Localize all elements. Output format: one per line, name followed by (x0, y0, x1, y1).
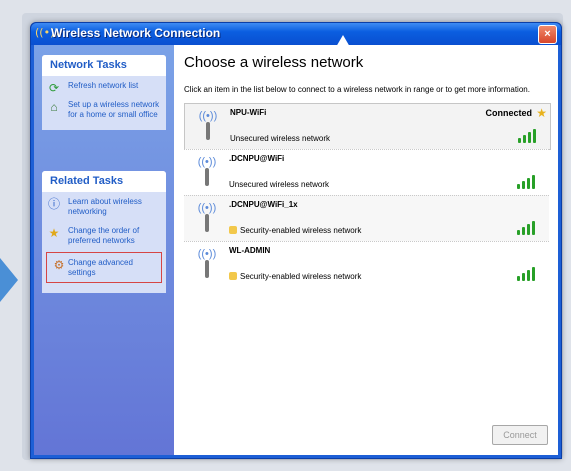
network-security: Unsecured wireless network (230, 134, 331, 143)
star-icon: ★ (48, 226, 60, 240)
antenna-icon: ((•)) (194, 156, 220, 188)
antenna-icon: ((•)) (195, 110, 221, 142)
preferred-star-icon: ★ (536, 106, 547, 120)
task-label: Change the order of preferred networks (68, 226, 140, 245)
connect-button[interactable]: Connect (492, 425, 548, 445)
antenna-icon: ((•)) (194, 248, 220, 280)
antenna-icon: ((•)) (194, 202, 220, 234)
network-item[interactable]: ((•)) .DCNPU@WiFi Unsecured wireless net… (184, 149, 549, 195)
related-tasks-panel: Related Tasks ⓘ Learn about wireless net… (42, 171, 166, 293)
network-ssid: .DCNPU@WiFi_1x (229, 200, 298, 209)
signal-strength-icon (517, 267, 539, 281)
network-ssid: .DCNPU@WiFi (229, 154, 285, 163)
task-label: Set up a wireless network for a home or … (68, 100, 160, 119)
sidebar: Network Tasks ⟳ Refresh network list ⌂ S… (34, 45, 174, 455)
network-ssid: WL-ADMIN (229, 246, 271, 255)
network-item[interactable]: ((•)) .DCNPU@WiFi_1x Security-enabled wi… (184, 195, 549, 241)
network-item[interactable]: ((•)) NPU-WiFi Connected ★ Unsecured wir… (184, 103, 551, 150)
network-item[interactable]: ((•)) WL-ADMIN Security-enabled wireless… (184, 241, 549, 287)
title-bar[interactable]: ((•)) Wireless Network Connection × (31, 23, 561, 45)
page-title: Choose a wireless network (184, 54, 364, 71)
signal-strength-icon (517, 221, 539, 235)
lock-icon (229, 226, 237, 234)
wireless-network-window: ((•)) Wireless Network Connection × Netw… (30, 22, 562, 459)
info-icon: ⓘ (47, 197, 60, 211)
task-label: Change advanced settings (68, 258, 133, 277)
network-security: Security-enabled wireless network (229, 272, 361, 281)
window-title: Wireless Network Connection (51, 26, 221, 40)
signal-strength-icon (517, 175, 539, 189)
change-network-order-link[interactable]: ★ Change the order of preferred networks (42, 221, 166, 250)
related-tasks-title: Related Tasks (42, 171, 166, 192)
network-list: ((•)) NPU-WiFi Connected ★ Unsecured wir… (184, 103, 551, 293)
network-security: Unsecured wireless network (229, 180, 330, 189)
arrow-pointer-icon (0, 258, 18, 302)
lock-icon (229, 272, 237, 280)
network-tasks-panel: Network Tasks ⟳ Refresh network list ⌂ S… (42, 55, 166, 130)
refresh-network-list-link[interactable]: ⟳ Refresh network list (42, 76, 166, 95)
close-button[interactable]: × (538, 25, 557, 44)
setup-network-link[interactable]: ⌂ Set up a wireless network for a home o… (42, 95, 166, 130)
instruction-text: Click an item in the list below to conne… (184, 85, 530, 94)
network-security: Security-enabled wireless network (229, 226, 361, 235)
main-content: Choose a wireless network Click an item … (174, 45, 558, 455)
network-ssid: NPU-WiFi (230, 108, 267, 117)
connection-status: Connected (485, 108, 532, 118)
task-label: Refresh network list (68, 81, 139, 90)
setup-network-icon: ⌂ (50, 100, 58, 114)
settings-icon: ⚙ (53, 258, 65, 272)
signal-strength-icon (518, 129, 540, 143)
network-tasks-title: Network Tasks (42, 55, 166, 76)
refresh-icon: ⟳ (48, 81, 60, 95)
change-advanced-settings-link[interactable]: ⚙ Change advanced settings (46, 252, 162, 283)
task-label: Learn about wireless networking (68, 197, 142, 216)
learn-about-wireless-link[interactable]: ⓘ Learn about wireless networking (42, 192, 166, 221)
